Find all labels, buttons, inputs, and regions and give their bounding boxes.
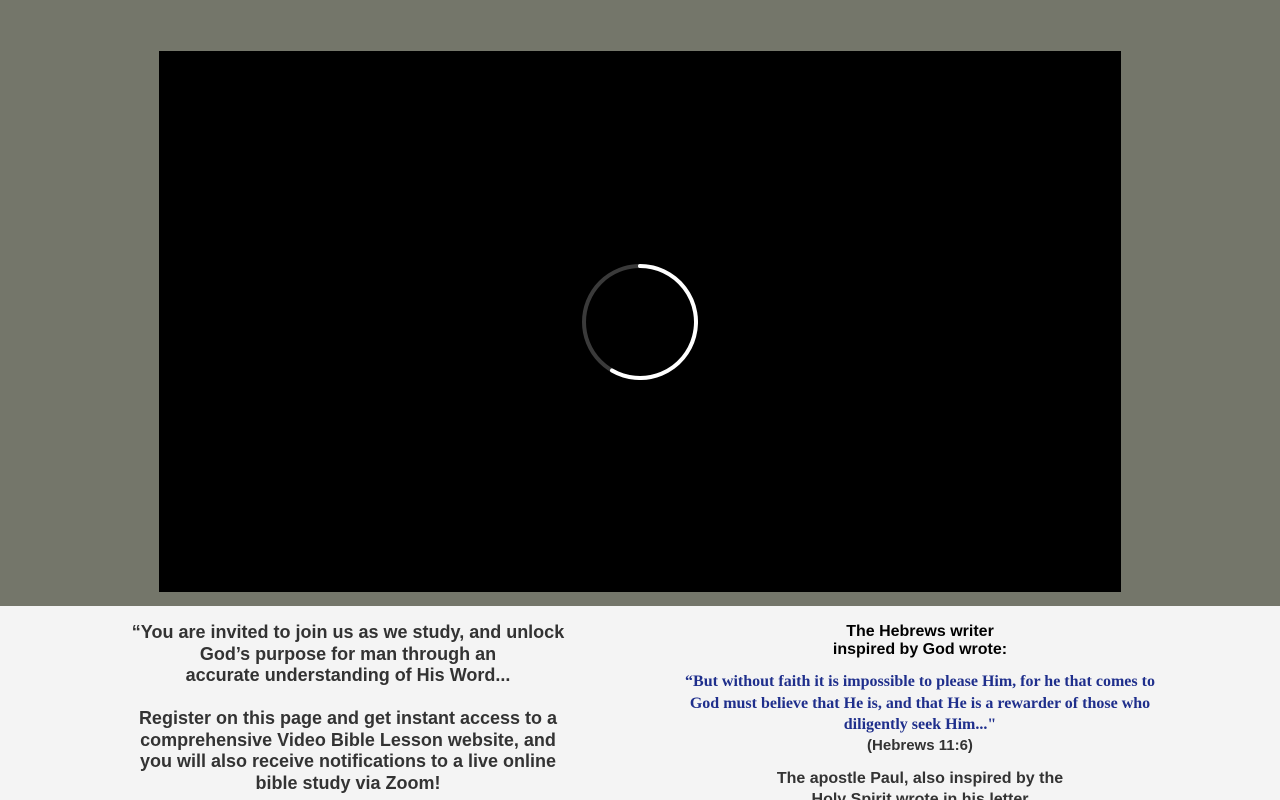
- hebrews-heading-line: inspired by God wrote:: [832, 641, 1008, 658]
- loading-spinner-icon: [582, 264, 698, 380]
- invitation-line: accurate understanding of His Word...: [185, 665, 511, 685]
- hebrews-quote: “But without faith it is impossible to p…: [672, 671, 1168, 736]
- quote-line: God must believe that He is, and that He…: [689, 694, 1151, 712]
- invitation-block: “You are invited to join us as we study,…: [118, 622, 578, 794]
- register-line: comprehensive Video Bible Lesson website…: [140, 729, 556, 750]
- register-line: Register on this page and get instant ac…: [138, 708, 558, 728]
- quote-line: “But without faith it is impossible to p…: [685, 673, 1155, 690]
- video-player[interactable]: [159, 51, 1121, 592]
- invitation-line: God’s purpose for man through an: [199, 643, 497, 664]
- hebrews-heading-line: The Hebrews writer: [846, 623, 994, 640]
- register-line: bible study via Zoom!: [255, 772, 441, 793]
- scripture-block: The Hebrews writer inspired by God wrote…: [672, 623, 1168, 800]
- hero-section: [0, 0, 1280, 606]
- paul-line: Holy Spirit wrote in his letter: [811, 790, 1029, 800]
- paul-line: The apostle Paul, also inspired by the: [776, 769, 1064, 787]
- content-section: “You are invited to join us as we study,…: [0, 606, 1280, 800]
- paul-intro: The apostle Paul, also inspired by the H…: [672, 768, 1168, 800]
- hebrews-heading: The Hebrews writer inspired by God wrote…: [672, 623, 1168, 659]
- register-line: you will also receive notifications to a…: [139, 751, 557, 771]
- quote-line: diligently seek Him...": [843, 716, 997, 733]
- scripture-reference: (Hebrews 11:6): [867, 736, 973, 754]
- invitation-line: “You are invited to join us as we study,…: [131, 622, 565, 642]
